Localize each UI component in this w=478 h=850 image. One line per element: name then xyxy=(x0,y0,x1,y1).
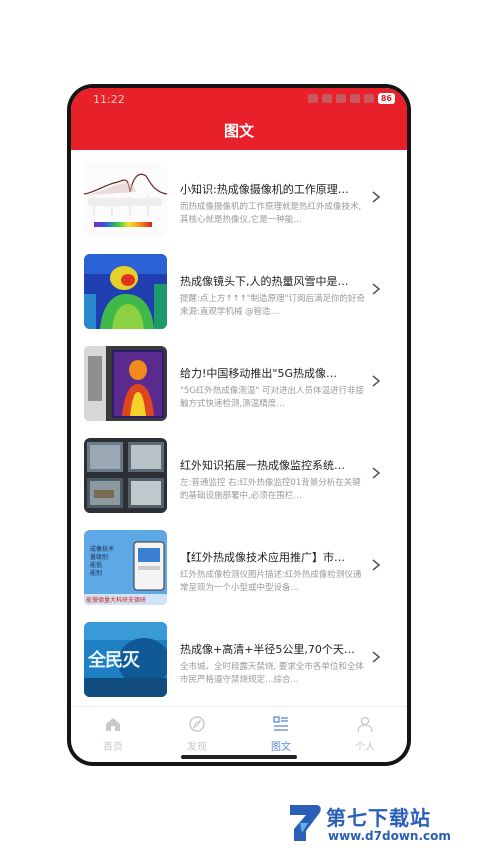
app-screen: 11:22 86 图文 小知识:热成像摄像机的工作原理… 而热成像摄像机的工作原… xyxy=(71,88,407,762)
site-watermark: 第七下载站 www.d7down.com xyxy=(286,799,476,847)
chevron-right-icon xyxy=(372,651,381,663)
wifi-icon xyxy=(363,94,374,103)
article-thumbnail: 成像技术 量级别 能低 能别 能慢德量大科研支德研 xyxy=(84,530,167,605)
article-thumbnail xyxy=(84,438,167,513)
article-title: 小知识:热成像摄像机的工作原理… xyxy=(180,183,349,196)
app-icon xyxy=(321,94,332,103)
article-title: 给力!中国移动推出"5G热成像… xyxy=(180,367,337,380)
chevron-right-icon xyxy=(372,375,381,387)
surveillance-monitors-image xyxy=(84,438,167,513)
thermal-person-image xyxy=(84,254,167,329)
article-title: 【红外热成像技术应用推广】市… xyxy=(180,551,345,564)
spectrum-chart-image xyxy=(84,162,167,237)
article-item[interactable]: 成像技术 量级别 能低 能别 能慢德量大科研支德研 【红外热成像技术应用推广】市… xyxy=(71,518,407,610)
article-title: 红外知识拓展一热成像监控系统… xyxy=(180,459,345,472)
chevron-right-icon xyxy=(372,467,381,479)
status-icons: 86 xyxy=(307,93,395,104)
article-description: 全市城、全时段露天禁烧, 要求全市各单位和全体市民严格遵守禁烧规定…综合… xyxy=(180,662,364,685)
battery-indicator: 86 xyxy=(377,93,395,104)
article-description: 左:普通监控 右:红外热像监控01背景分析在关键的基础设施部署中,必须在围栏… xyxy=(180,478,361,501)
article-item[interactable]: 小知识:热成像摄像机的工作原理… 而热成像摄像机的工作原理就是热红外成像技术,其… xyxy=(71,150,407,242)
tab-discover[interactable]: 发现 xyxy=(155,707,239,762)
phone-frame: 11:22 86 图文 小知识:热成像摄像机的工作原理… 而热成像摄像机的工作原… xyxy=(67,84,411,766)
app-icon xyxy=(335,94,346,103)
page-title: 图文 xyxy=(223,121,254,140)
tab-label: 发现 xyxy=(187,742,207,753)
watermark-logo-icon xyxy=(290,805,321,841)
article-thumbnail xyxy=(84,254,167,329)
watermark-text: 第七下载站 xyxy=(326,806,431,830)
home-indicator[interactable] xyxy=(181,755,297,759)
thumbnail-text: 量级别 xyxy=(90,554,109,561)
discover-icon xyxy=(189,716,205,732)
article-title: 热成像镜头下,人的热量风雪中是… xyxy=(180,275,349,288)
tab-home[interactable]: 首页 xyxy=(71,707,155,762)
thumbnail-text-block: 成像技术 量级别 能低 能别 xyxy=(90,546,114,578)
chevron-right-icon xyxy=(372,559,381,571)
article-list: 小知识:热成像摄像机的工作原理… 而热成像摄像机的工作原理就是热红外成像技术,其… xyxy=(71,150,407,706)
thumbnail-text: 能别 xyxy=(90,570,103,577)
article-item[interactable]: 全民灭 热成像+高清+半径5公里,70个天… 全市城、全时段露天禁烧, 要求全市… xyxy=(71,610,407,702)
article-item[interactable]: 热成像镜头下,人的热量风雪中是… 提醒:点上方↑↑↑"制造原理"订阅后满足你的好… xyxy=(71,242,407,334)
home-icon xyxy=(106,718,120,731)
tab-article[interactable]: 图文 xyxy=(239,707,323,762)
thermal-screening-image xyxy=(84,346,167,421)
article-description: 而热成像摄像机的工作原理就是热红外成像技术,其核心就是热像仪,它是一种能… xyxy=(180,202,362,225)
page-title-bar: 图文 xyxy=(71,110,407,150)
status-time: 11:22 xyxy=(93,93,125,106)
article-description: 红外热成像检测仪图片描述:红外热成像检测仪通常呈现为一个小型或中型设备… xyxy=(180,570,362,593)
thumbnail-text: 能低 xyxy=(90,562,103,569)
article-thumbnail: 全民灭 xyxy=(84,622,167,697)
tab-label: 个人 xyxy=(355,742,375,753)
tab-profile[interactable]: 个人 xyxy=(323,707,407,762)
thumbnail-text: 成像技术 xyxy=(90,546,115,553)
article-description: 提醒:点上方↑↑↑"制造原理"订阅后满足你的好奇来源:直观学机械 @智造… xyxy=(180,294,366,317)
article-icon xyxy=(273,716,288,731)
person-icon xyxy=(357,716,373,733)
tab-label: 图文 xyxy=(271,742,291,753)
watermark-url: www.d7down.com xyxy=(328,829,451,843)
article-thumbnail xyxy=(84,162,167,237)
thumbnail-headline-text: 全民灭 xyxy=(88,650,140,671)
bottom-tab-bar: 首页 发现 图文 个人 xyxy=(71,706,407,762)
article-item[interactable]: 给力!中国移动推出"5G热成像… "5G红外热成像测温" 可对进出人员体温进行非… xyxy=(71,334,407,426)
status-bar: 11:22 86 xyxy=(71,88,407,110)
article-description: "5G红外热成像测温" 可对进出人员体温进行非接触方式快速检测,测温精度… xyxy=(180,386,365,409)
article-thumbnail xyxy=(84,346,167,421)
article-item[interactable]: 红外知识拓展一热成像监控系统… 左:普通监控 右:红外热像监控01背景分析在关键… xyxy=(71,426,407,518)
article-title: 热成像+高清+半径5公里,70个天… xyxy=(180,643,355,656)
chevron-right-icon xyxy=(372,191,381,203)
thumbnail-footer-text: 能慢德量大科研支德研 xyxy=(86,597,147,604)
chevron-right-icon xyxy=(372,283,381,295)
notification-icon xyxy=(307,94,318,103)
vibrate-icon xyxy=(349,94,360,103)
tab-label: 首页 xyxy=(103,742,123,753)
